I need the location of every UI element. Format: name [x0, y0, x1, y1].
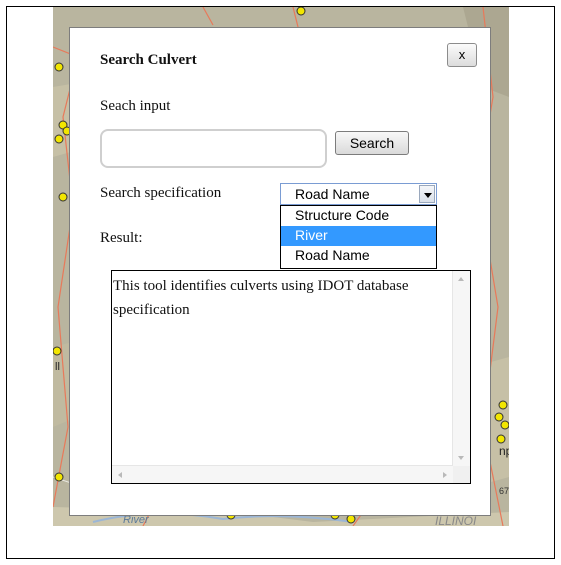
option-road-name[interactable]: Road Name	[281, 246, 436, 266]
outer-frame: River ILLINOI np 67 ll Search Culvert x …	[6, 6, 555, 559]
option-structure-code[interactable]: Structure Code	[281, 206, 436, 226]
close-button[interactable]: x	[447, 43, 477, 67]
result-label: Result:	[100, 230, 143, 246]
map-label-town: np	[499, 444, 509, 458]
map-label-route: 67	[499, 486, 509, 496]
dialog-title: Search Culvert	[100, 52, 197, 68]
search-input-label: Seach input	[100, 98, 171, 114]
scroll-left-icon[interactable]	[118, 472, 122, 478]
chevron-down-icon[interactable]	[419, 185, 435, 203]
result-text: This tool identifies culverts using IDOT…	[113, 278, 409, 318]
search-specification-select[interactable]: Road Name	[280, 183, 437, 205]
vertical-scrollbar[interactable]	[452, 271, 470, 466]
specification-dropdown-list: Structure Code River Road Name	[280, 205, 437, 269]
map-label-left: ll	[55, 361, 60, 373]
search-specification-label: Search specification	[100, 185, 222, 201]
scroll-down-icon[interactable]	[458, 456, 464, 460]
search-culvert-dialog: Search Culvert x Seach input Search Sear…	[69, 27, 491, 516]
horizontal-scrollbar[interactable]	[112, 465, 453, 483]
search-input[interactable]	[100, 129, 327, 168]
option-river[interactable]: River	[281, 226, 436, 246]
scroll-right-icon[interactable]	[443, 472, 447, 478]
result-textarea[interactable]: This tool identifies culverts using IDOT…	[111, 270, 471, 484]
scroll-up-icon[interactable]	[458, 277, 464, 281]
scrollbar-corner	[453, 466, 470, 483]
search-button[interactable]: Search	[335, 131, 409, 155]
select-value: Road Name	[295, 186, 370, 202]
